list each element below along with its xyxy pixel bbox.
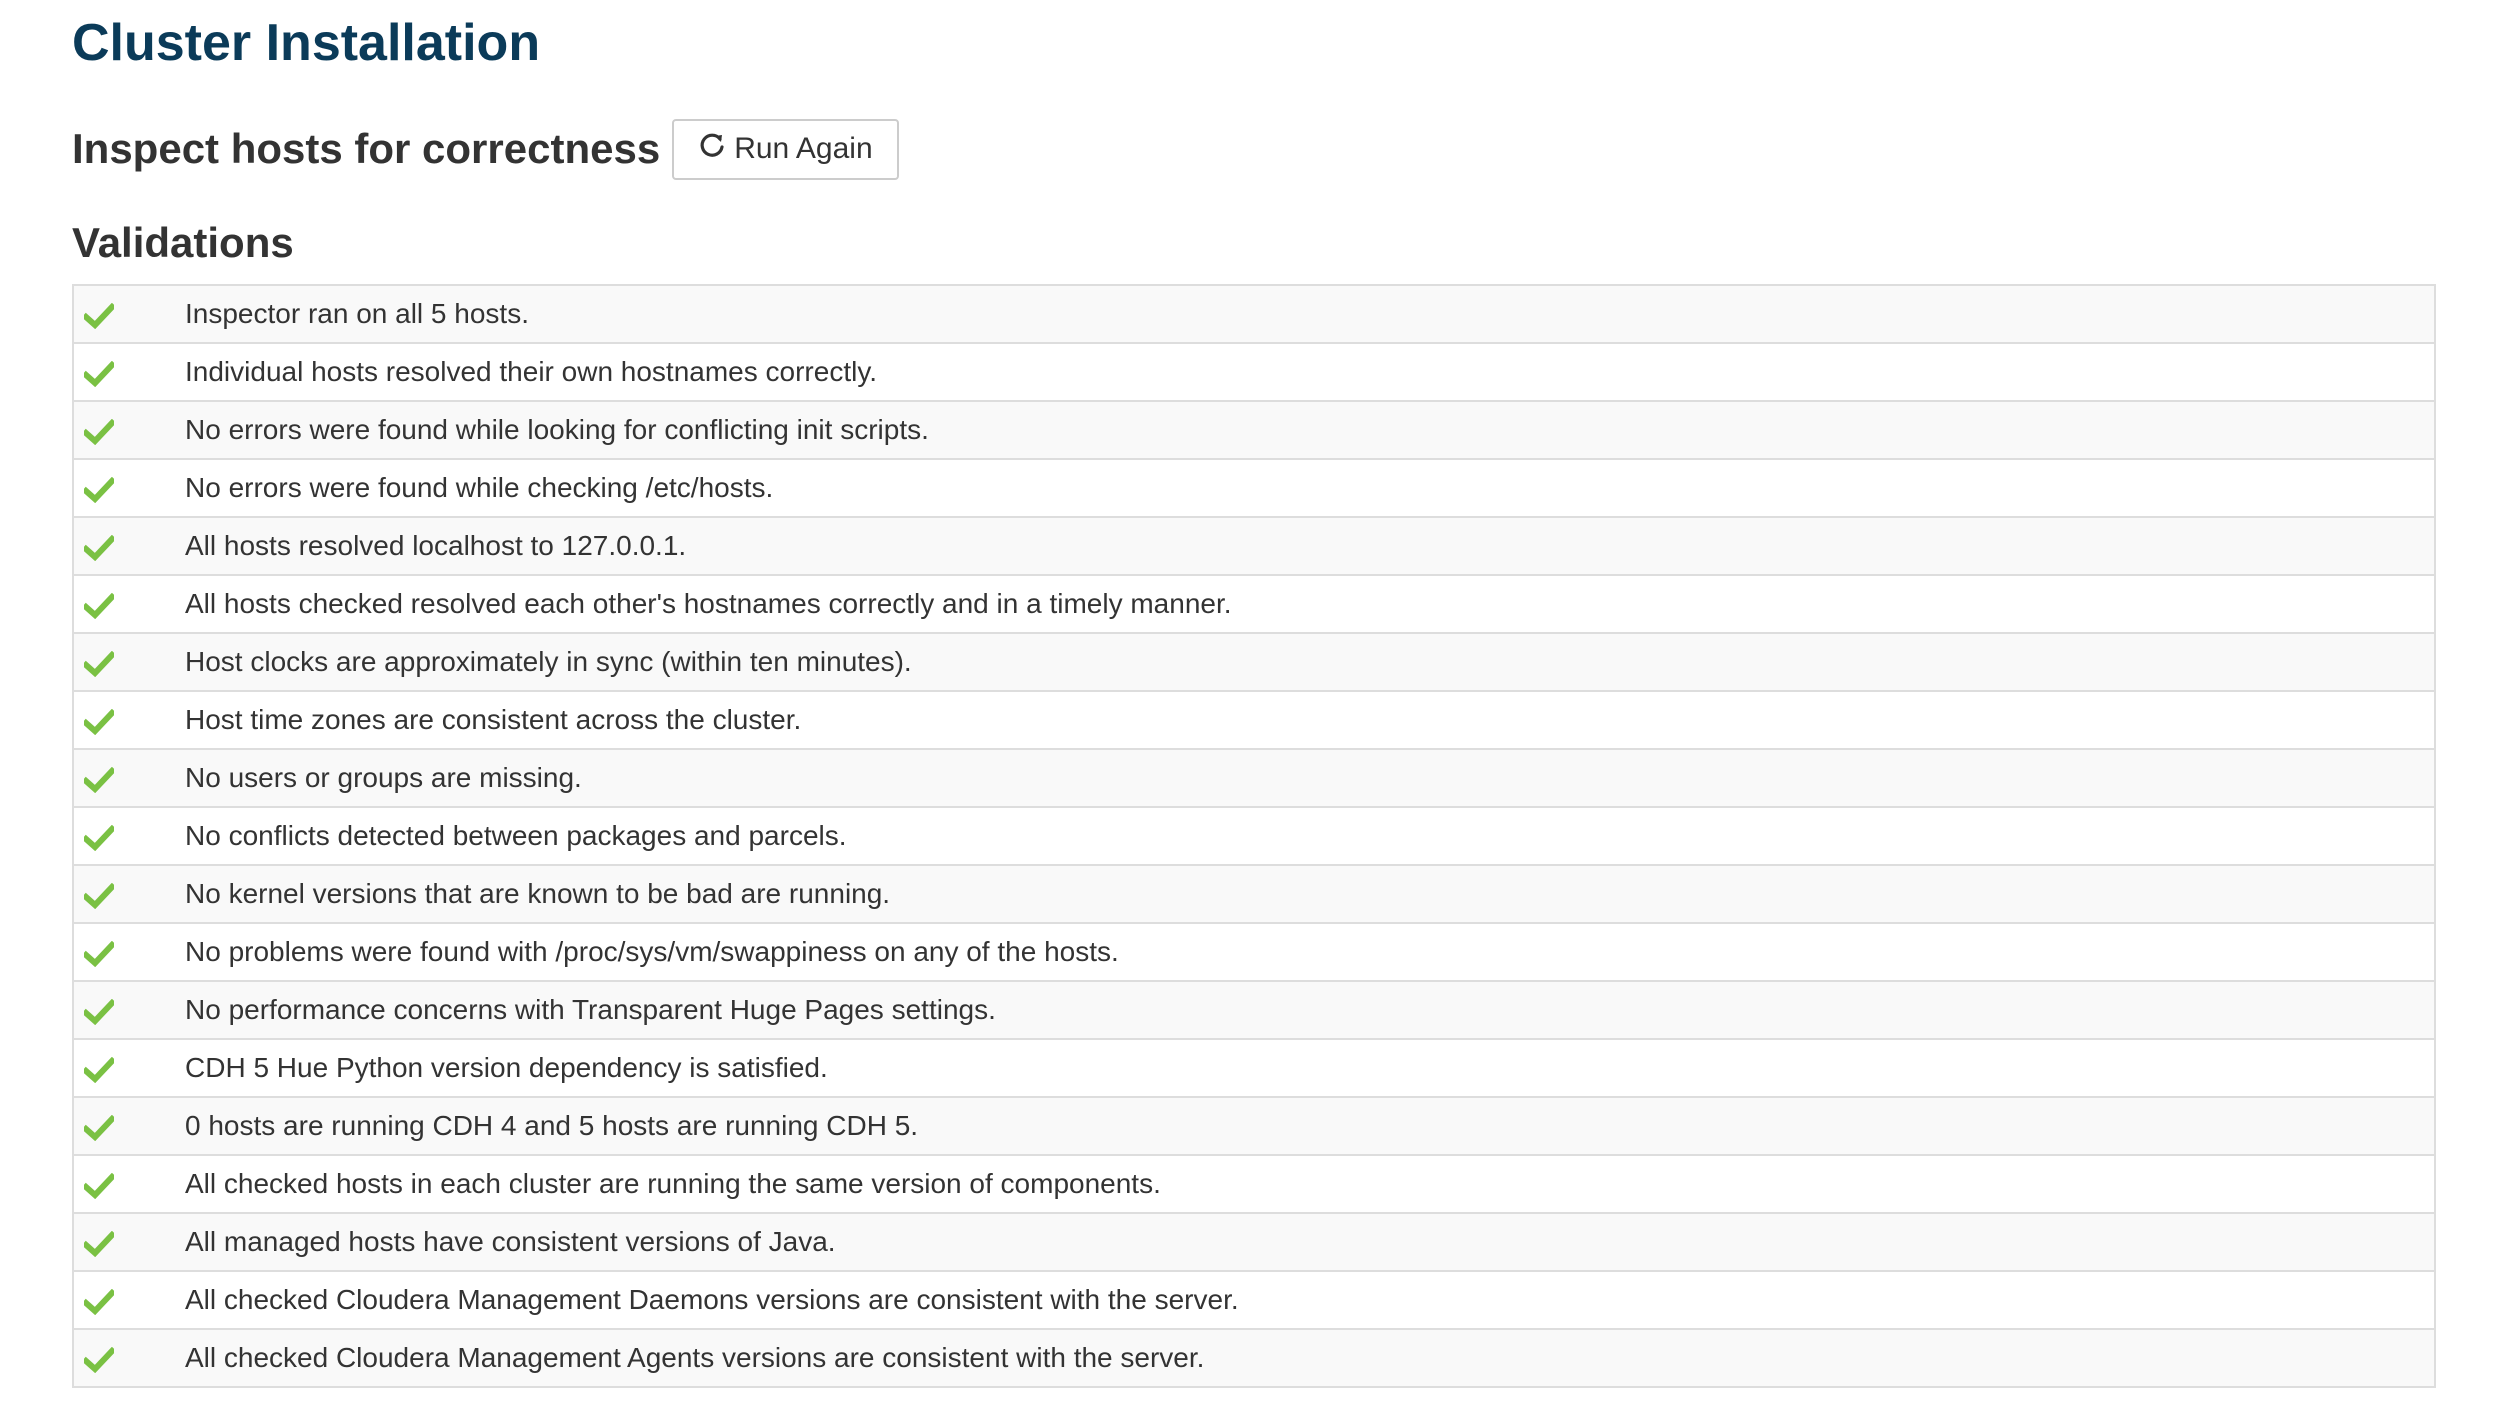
validation-status-cell (73, 1154, 185, 1213)
checkmark-icon (81, 882, 117, 909)
checkmark-icon (81, 1056, 117, 1083)
validation-status-cell (73, 1212, 185, 1271)
checkmark-icon (81, 592, 117, 619)
validation-row: All hosts checked resolved each other's … (73, 574, 2435, 633)
validation-row: CDH 5 Hue Python version dependency is s… (73, 1038, 2435, 1097)
validation-message: Inspector ran on all 5 hosts. (185, 284, 2435, 343)
refresh-icon (698, 131, 726, 159)
checkmark-icon (81, 302, 117, 329)
validation-row: No users or groups are missing. (73, 748, 2435, 807)
checkmark-icon (81, 998, 117, 1025)
validation-row: Individual hosts resolved their own host… (73, 342, 2435, 401)
validation-message: No kernel versions that are known to be … (185, 864, 2435, 923)
run-again-label: Run Again (734, 132, 873, 165)
validation-message: All managed hosts have consistent versio… (185, 1212, 2435, 1271)
validation-status-cell (73, 980, 185, 1039)
validation-status-cell (73, 748, 185, 807)
validation-message: All hosts resolved localhost to 127.0.0.… (185, 516, 2435, 575)
validation-message: No conflicts detected between packages a… (185, 806, 2435, 865)
checkmark-icon (81, 1230, 117, 1257)
validation-status-cell (73, 574, 185, 633)
checkmark-icon (81, 476, 117, 503)
checkmark-icon (81, 360, 117, 387)
checkmark-icon (81, 824, 117, 851)
validation-status-cell (73, 864, 185, 923)
validation-row: Inspector ran on all 5 hosts. (73, 284, 2435, 343)
checkmark-icon (81, 650, 117, 677)
inspect-hosts-header: Inspect hosts for correctness Run Again (72, 118, 899, 180)
validation-message: All checked Cloudera Management Daemons … (185, 1270, 2435, 1329)
checkmark-icon (81, 1346, 117, 1373)
validation-message: All checked Cloudera Management Agents v… (185, 1328, 2435, 1387)
validation-status-cell (73, 690, 185, 749)
validation-row: All checked Cloudera Management Daemons … (73, 1270, 2435, 1329)
validation-message: No errors were found while looking for c… (185, 400, 2435, 459)
validation-row: No problems were found with /proc/sys/vm… (73, 922, 2435, 981)
checkmark-icon (81, 766, 117, 793)
validation-row: No kernel versions that are known to be … (73, 864, 2435, 923)
validation-message: 0 hosts are running CDH 4 and 5 hosts ar… (185, 1096, 2435, 1155)
validation-status-cell (73, 1270, 185, 1329)
checkmark-icon (81, 534, 117, 561)
cluster-installation-page: Cluster Installation Inspect hosts for c… (0, 0, 2506, 1428)
validation-row: All checked hosts in each cluster are ru… (73, 1154, 2435, 1213)
validation-status-cell (73, 806, 185, 865)
validation-row: No performance concerns with Transparent… (73, 980, 2435, 1039)
validation-message: Individual hosts resolved their own host… (185, 342, 2435, 401)
validation-status-cell (73, 284, 185, 343)
validation-row: No errors were found while checking /etc… (73, 458, 2435, 517)
run-again-button[interactable]: Run Again (672, 118, 899, 180)
validation-row: 0 hosts are running CDH 4 and 5 hosts ar… (73, 1096, 2435, 1155)
validation-message: Host clocks are approximately in sync (w… (185, 632, 2435, 691)
validation-row: No conflicts detected between packages a… (73, 806, 2435, 865)
validation-status-cell (73, 458, 185, 517)
checkmark-icon (81, 1288, 117, 1315)
validation-row: Host clocks are approximately in sync (w… (73, 632, 2435, 691)
validation-row: No errors were found while looking for c… (73, 400, 2435, 459)
validations-list: Inspector ran on all 5 hosts. Individual … (73, 284, 2435, 1387)
validation-message: All checked hosts in each cluster are ru… (185, 1154, 2435, 1213)
validations-title: Validations (72, 219, 294, 266)
validations-table: Inspector ran on all 5 hosts. Individual … (72, 284, 2436, 1388)
validation-status-cell (73, 1038, 185, 1097)
validation-row: All checked Cloudera Management Agents v… (73, 1328, 2435, 1387)
validation-message: No users or groups are missing. (185, 748, 2435, 807)
validation-status-cell (73, 400, 185, 459)
validation-message: No problems were found with /proc/sys/vm… (185, 922, 2435, 981)
validation-row: Host time zones are consistent across th… (73, 690, 2435, 749)
validation-message: Host time zones are consistent across th… (185, 690, 2435, 749)
validation-row: All hosts resolved localhost to 127.0.0.… (73, 516, 2435, 575)
validation-message: CDH 5 Hue Python version dependency is s… (185, 1038, 2435, 1097)
inspect-hosts-title: Inspect hosts for correctness (72, 125, 661, 172)
validation-status-cell (73, 632, 185, 691)
checkmark-icon (81, 1172, 117, 1199)
checkmark-icon (81, 940, 117, 967)
checkmark-icon (81, 1114, 117, 1141)
validation-status-cell (73, 342, 185, 401)
validation-message: No performance concerns with Transparent… (185, 980, 2435, 1039)
validation-message: No errors were found while checking /etc… (185, 458, 2435, 517)
validation-status-cell (73, 922, 185, 981)
validation-status-cell (73, 1096, 185, 1155)
validation-message: All hosts checked resolved each other's … (185, 574, 2435, 633)
checkmark-icon (81, 708, 117, 735)
validation-status-cell (73, 1328, 185, 1387)
page-title: Cluster Installation (72, 14, 541, 72)
checkmark-icon (81, 418, 117, 445)
validation-row: All managed hosts have consistent versio… (73, 1212, 2435, 1271)
validation-status-cell (73, 516, 185, 575)
